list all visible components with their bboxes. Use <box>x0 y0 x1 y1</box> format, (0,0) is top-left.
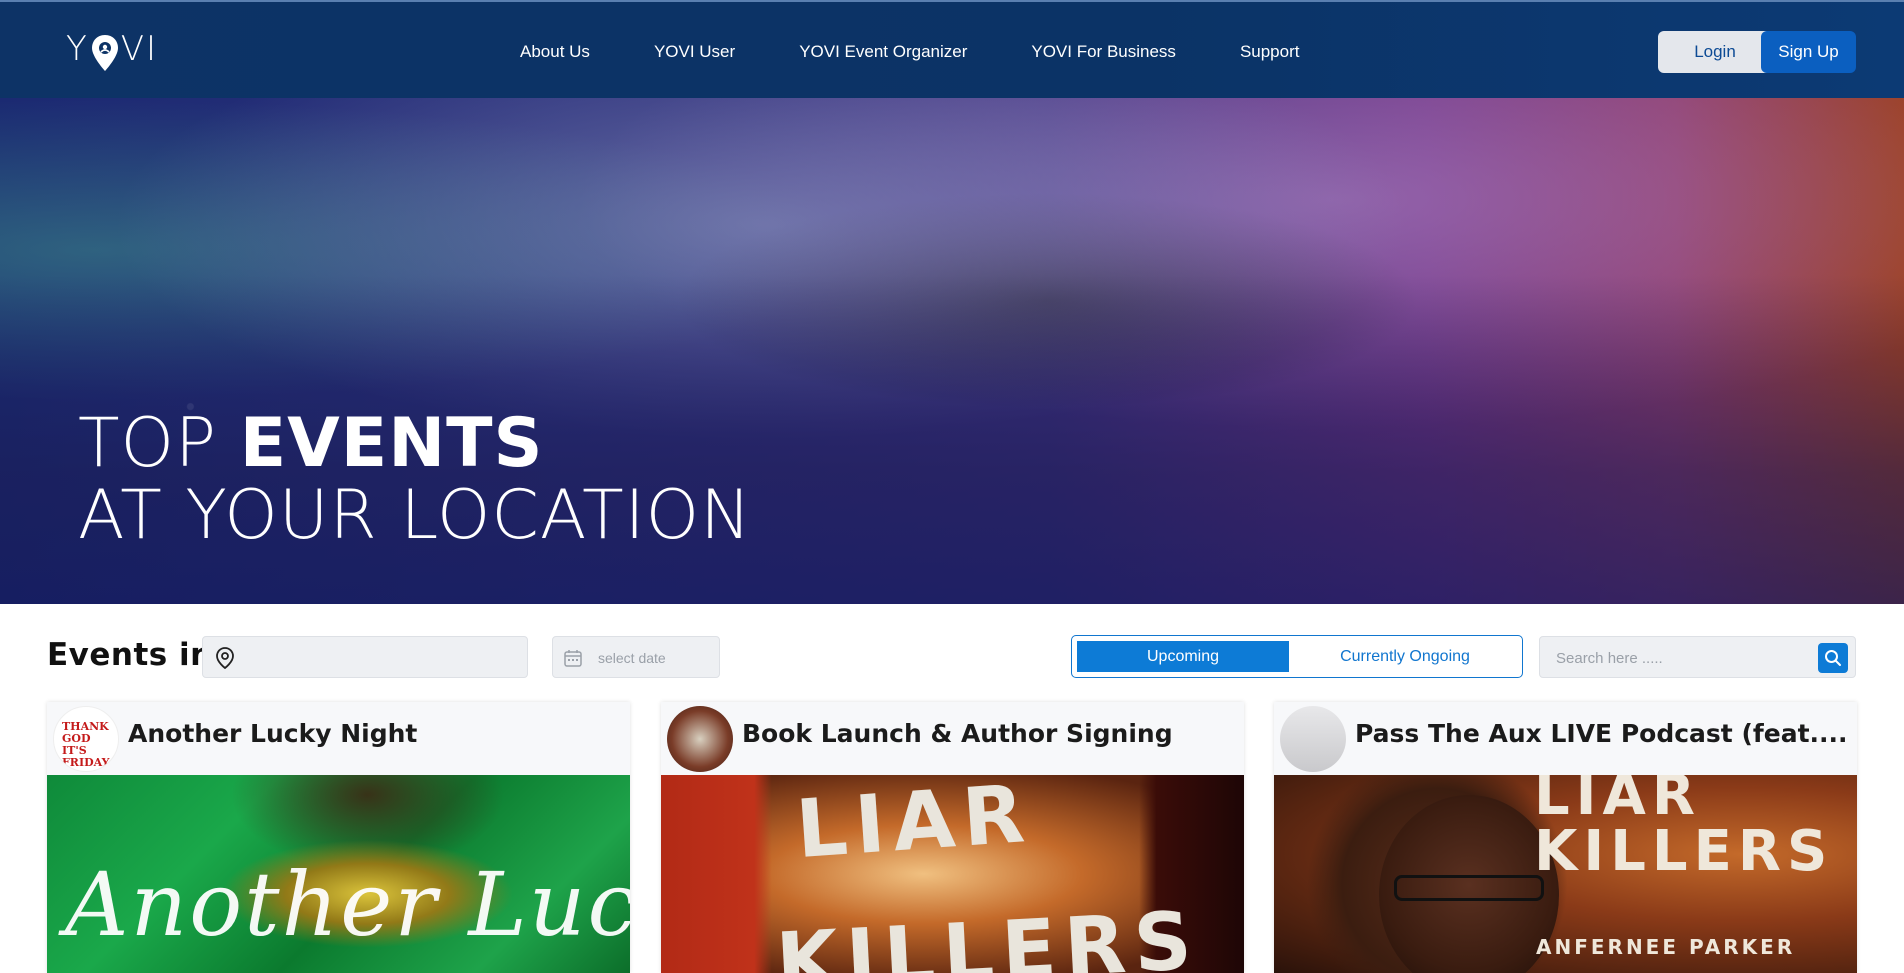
date-placeholder: select date <box>598 650 666 666</box>
location-input[interactable] <box>202 636 528 678</box>
toggle-currently-ongoing[interactable]: Currently Ongoing <box>1294 641 1516 672</box>
event-image-text: ANFERNEE PARKER <box>1536 935 1796 959</box>
main-nav: About Us YOVI User YOVI Event Organizer … <box>520 40 1363 64</box>
event-title[interactable]: Book Launch & Author Signing <box>742 719 1173 748</box>
location-pin-icon <box>90 33 120 73</box>
book-cover: LIAR KILLERS <box>756 775 1202 973</box>
event-card-header: THANK GOD IT'S FRIDAY Another Lucky Nigh… <box>47 702 630 775</box>
search-button[interactable] <box>1818 643 1848 673</box>
event-card[interactable]: Book Launch & Author Signing LIAR KILLER… <box>661 702 1244 973</box>
event-card[interactable]: Pass The Aux LIVE Podcast (feat.... LIAR… <box>1274 702 1857 973</box>
nav-about-us[interactable]: About Us <box>520 40 590 64</box>
event-image[interactable]: LIAR KILLERS ANFERNEE PARKER <box>1274 775 1857 973</box>
hero-title-line2: AT YOUR LOCATION <box>78 476 753 555</box>
hero-banner: TOP EVENTS AT YOUR LOCATION <box>0 98 1904 604</box>
event-image[interactable]: LIAR KILLERS <box>661 775 1244 973</box>
login-button[interactable]: Login <box>1658 31 1772 73</box>
search-container <box>1539 636 1856 678</box>
hero-title: TOP EVENTS AT YOUR LOCATION <box>78 408 752 552</box>
nav-yovi-user[interactable]: YOVI User <box>654 40 735 64</box>
nav-support[interactable]: Support <box>1240 40 1300 64</box>
yovi-logo[interactable]: Y VI <box>66 24 158 74</box>
event-title[interactable]: Another Lucky Night <box>128 719 417 748</box>
nav-yovi-for-business[interactable]: YOVI For Business <box>1031 40 1176 64</box>
signup-button[interactable]: Sign Up <box>1761 31 1856 73</box>
event-image[interactable]: Another Luc <box>47 775 630 973</box>
event-image-text: LIAR <box>793 775 1036 877</box>
organizer-avatar <box>1280 706 1346 772</box>
calendar-icon <box>563 648 583 668</box>
hero-title-light: TOP <box>78 404 240 483</box>
glasses-shape <box>1394 875 1544 901</box>
hero-title-bold: EVENTS <box>239 404 544 483</box>
event-image-text: KILLERS <box>773 893 1202 973</box>
organizer-avatar <box>667 706 733 772</box>
toggle-upcoming[interactable]: Upcoming <box>1077 641 1289 672</box>
events-in-label: Events in <box>47 637 213 673</box>
event-card-header: Pass The Aux LIVE Podcast (feat.... <box>1274 702 1857 775</box>
nav-yovi-event-organizer[interactable]: YOVI Event Organizer <box>799 40 967 64</box>
organizer-avatar: THANK GOD IT'S FRIDAY <box>53 706 119 772</box>
map-pin-icon <box>215 647 235 670</box>
search-input[interactable] <box>1556 647 1796 669</box>
event-status-toggle: Upcoming Currently Ongoing <box>1071 635 1523 678</box>
top-navbar: Y VI About Us YOVI User YOVI Event Organ… <box>0 0 1904 98</box>
date-picker-input[interactable]: select date <box>552 636 720 678</box>
hero-title-line1: TOP EVENTS <box>78 408 752 480</box>
event-image-text: KILLERS <box>1534 819 1834 884</box>
event-title[interactable]: Pass The Aux LIVE Podcast (feat.... <box>1355 719 1848 748</box>
event-image-text: Another Luc <box>65 853 630 956</box>
avatar-text: THANK GOD IT'S FRIDAY <box>62 720 110 769</box>
event-card[interactable]: THANK GOD IT'S FRIDAY Another Lucky Nigh… <box>47 702 630 973</box>
search-icon <box>1825 650 1841 666</box>
event-card-header: Book Launch & Author Signing <box>661 702 1244 775</box>
